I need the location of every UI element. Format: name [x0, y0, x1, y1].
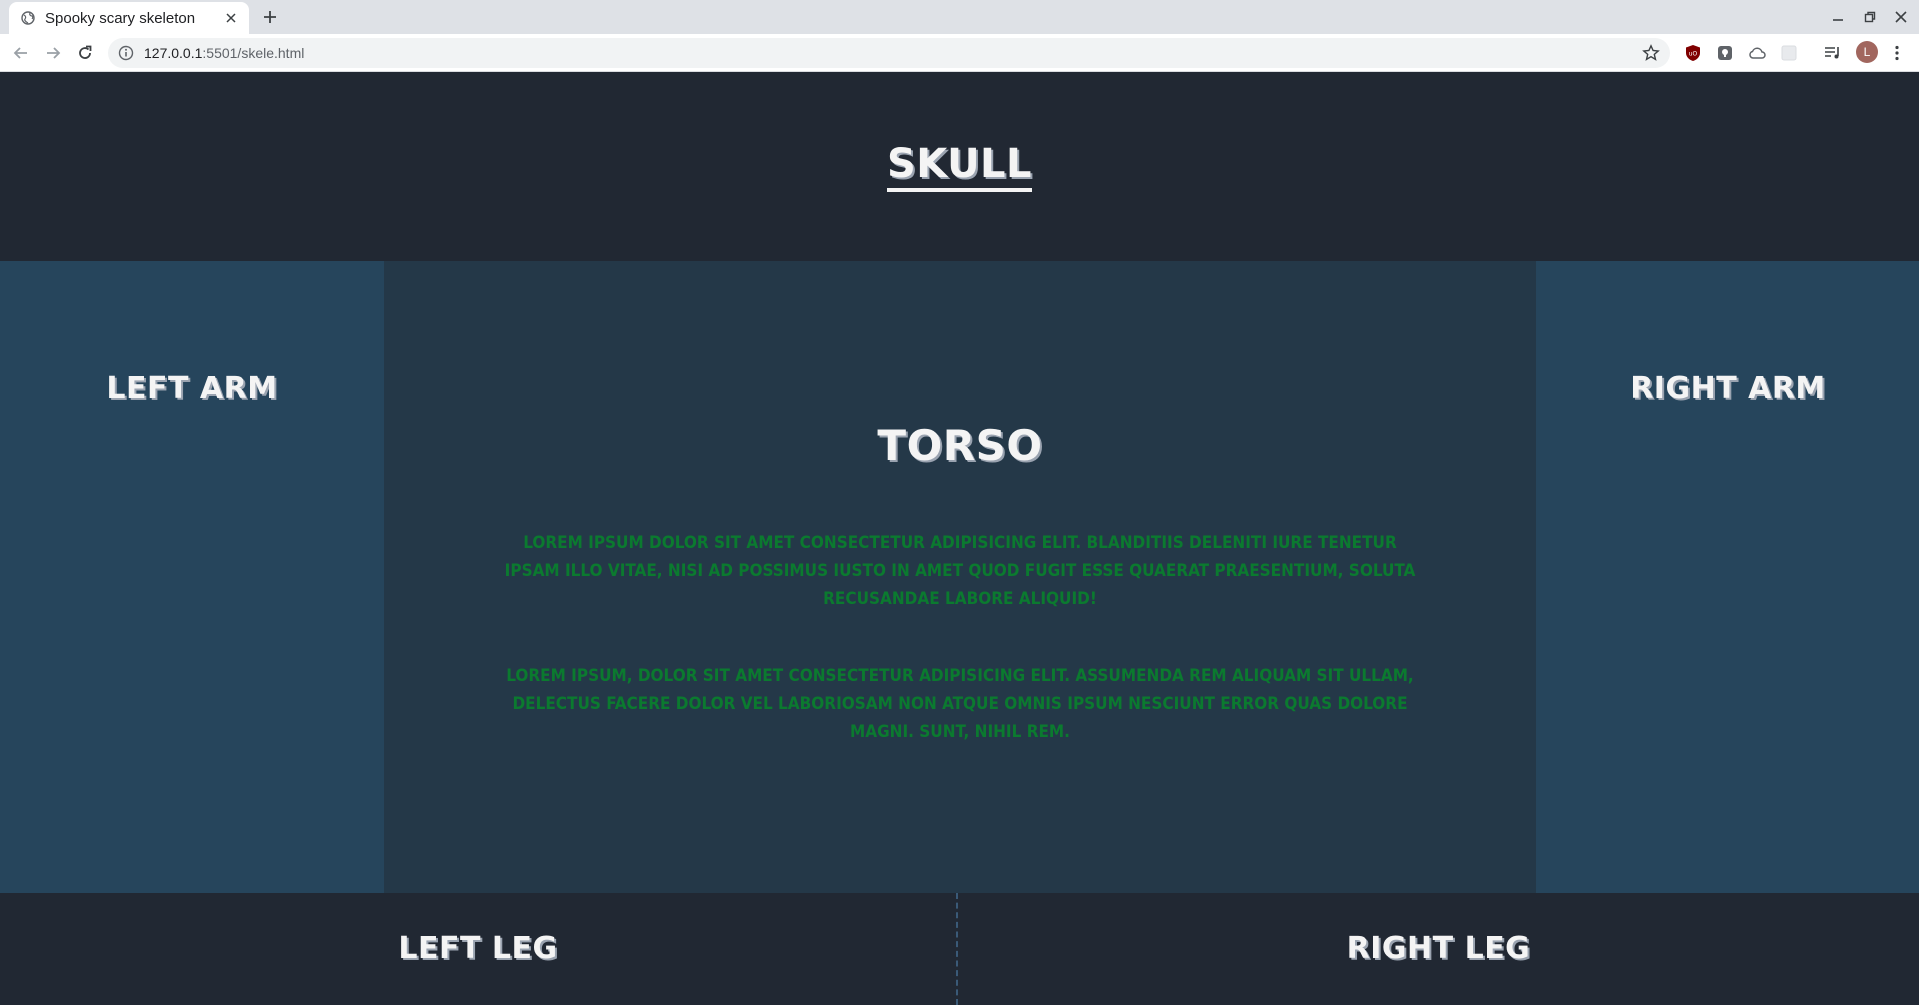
info-icon[interactable] [118, 45, 134, 61]
browser-tab[interactable]: Spooky scary skeleton [9, 2, 249, 34]
ublock-icon[interactable]: uO [1683, 43, 1703, 63]
new-tab-button[interactable] [259, 6, 281, 28]
left-leg-heading: Left Leg [398, 931, 558, 966]
tab-title: Spooky scary skeleton [45, 9, 196, 27]
tab-strip: Spooky scary skeleton [0, 0, 1919, 34]
right-arm-section: Right Arm [1536, 261, 1919, 893]
forward-arrow-icon[interactable] [41, 41, 65, 65]
torso-section: Torso Lorem ipsum dolor sit amet consect… [384, 261, 1536, 893]
profile-avatar[interactable]: L [1856, 41, 1878, 63]
close-tab-icon[interactable] [223, 10, 239, 26]
svg-text:uO: uO [1689, 51, 1698, 58]
minimize-icon[interactable] [1827, 6, 1849, 28]
reload-icon[interactable] [73, 41, 97, 65]
back-arrow-icon[interactable] [9, 41, 33, 65]
password-extension-icon[interactable] [1715, 43, 1735, 63]
globe-icon [21, 11, 35, 25]
browser-toolbar: 127.0.0.1:5501/skele.html uO [0, 34, 1919, 72]
left-arm-heading: Left Arm [106, 371, 278, 406]
close-window-icon[interactable] [1890, 6, 1912, 28]
skull-section: Skull [0, 72, 1919, 261]
url-text: 127.0.0.1:5501/skele.html [144, 45, 305, 61]
menu-kebab-icon[interactable] [1887, 43, 1907, 63]
extension-placeholder-icon[interactable] [1779, 43, 1799, 63]
skull-heading: Skull [886, 142, 1033, 192]
restore-icon[interactable] [1859, 6, 1881, 28]
left-arm-section: Left Arm [0, 261, 384, 893]
bookmark-star-icon[interactable] [1642, 44, 1660, 62]
torso-paragraph-2: Lorem ipsum, dolor sit amet consectetur … [506, 666, 1414, 742]
torso-paragraph-1: Lorem ipsum dolor sit amet consectetur a… [504, 533, 1416, 609]
right-arm-heading: Right Arm [1630, 371, 1826, 406]
right-leg-section: Right Leg [958, 893, 1919, 1005]
address-bar[interactable]: 127.0.0.1:5501/skele.html [108, 38, 1670, 68]
right-leg-heading: Right Leg [1346, 931, 1531, 966]
media-controls-icon[interactable] [1823, 43, 1843, 63]
torso-heading: Torso [877, 421, 1043, 470]
page-content: Skull Left Arm Torso Lorem ipsum dolor s… [0, 72, 1919, 1005]
left-leg-section: Left Leg [0, 893, 958, 1005]
cloud-icon[interactable] [1747, 43, 1767, 63]
